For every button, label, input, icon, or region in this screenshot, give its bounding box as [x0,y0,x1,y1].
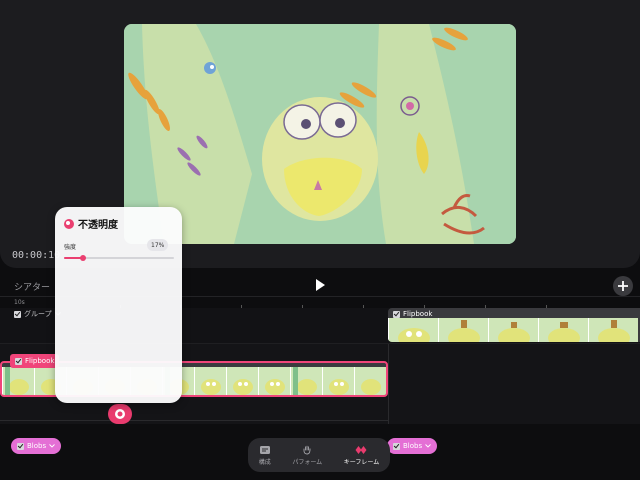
keyframe-icon [115,409,125,419]
tab-composition[interactable]: 構成 [259,445,271,466]
panel-header: 不透明度 [64,216,118,231]
blobs-layer-pill-left[interactable]: Blobs [11,438,62,454]
time-readout: 00:00:10 [12,250,61,261]
group-checkbox[interactable] [14,310,21,318]
thumbnail-strip [388,318,638,342]
theater-label[interactable]: シアター [14,280,50,293]
panel-title: 不透明度 [78,220,118,231]
opacity-panel: 不透明度 強度 17% [55,207,182,403]
opacity-icon [64,218,74,229]
plus-icon [618,281,628,291]
composition-icon [259,445,270,454]
blobs-label: Blobs [403,442,423,450]
clip-thumbnail [538,318,588,342]
clip-thumbnail [588,318,638,342]
strength-slider[interactable] [64,255,174,261]
group-label-text: グループ [24,310,52,318]
flipbook-main-label: Flipbook [25,357,55,365]
tab-perform-label: パフォーム [292,458,323,466]
tab-perform[interactable]: パフォーム [292,445,322,466]
clip-thumbnail [438,318,488,342]
play-button[interactable] [310,276,330,294]
play-icon [316,279,325,291]
tab-composition-label: 構成 [258,458,271,466]
flipbook-main-tag[interactable]: Flipbook [10,354,60,368]
clip-thumbnail [322,367,354,395]
clip-thumbnail [488,318,538,342]
group-label[interactable]: グループ [14,309,61,319]
blobs-checkbox[interactable] [17,442,24,450]
keyframe-icon [355,445,367,454]
ruler-number: 10s [14,299,25,306]
bottom-toolbar: 構成 パフォーム キーフレーム [248,438,390,472]
track-baseline [0,420,388,421]
clip-thumbnail [194,367,226,395]
track-divider [388,344,389,424]
blobs-checkbox[interactable] [393,442,400,450]
blobs-layer-pill-right[interactable]: Blobs [387,438,438,454]
tab-keyframe[interactable]: キーフレーム [344,445,379,466]
flipbook-checkbox[interactable] [393,310,400,318]
slider-thumb[interactable] [79,255,86,261]
flipbook-clip-label: Flipbook [393,310,432,318]
flipbook-main-checkbox[interactable] [15,357,22,365]
tab-keyframe-label: キーフレーム [343,458,380,466]
flipbook-label-text: Flipbook [403,310,433,318]
chevron-down-icon [49,444,55,448]
clip-thumbnail [290,367,322,395]
strength-value[interactable]: 17% [147,239,169,251]
add-button[interactable] [613,276,633,296]
strength-label: 強度 [64,244,77,251]
clip-thumbnail [258,367,290,395]
flipbook-clip-right[interactable]: Flipbook [388,308,640,342]
video-frame-illustration [124,24,516,244]
blobs-label: Blobs [27,442,47,450]
hand-icon [303,445,311,454]
clip-thumbnail [388,318,438,342]
video-preview[interactable] [124,24,516,244]
clip-thumbnail [226,367,258,395]
clip-thumbnail [354,367,386,395]
keyframe-marker[interactable] [108,404,132,424]
clip-thumbnail [2,367,34,395]
chevron-down-icon [425,444,431,448]
